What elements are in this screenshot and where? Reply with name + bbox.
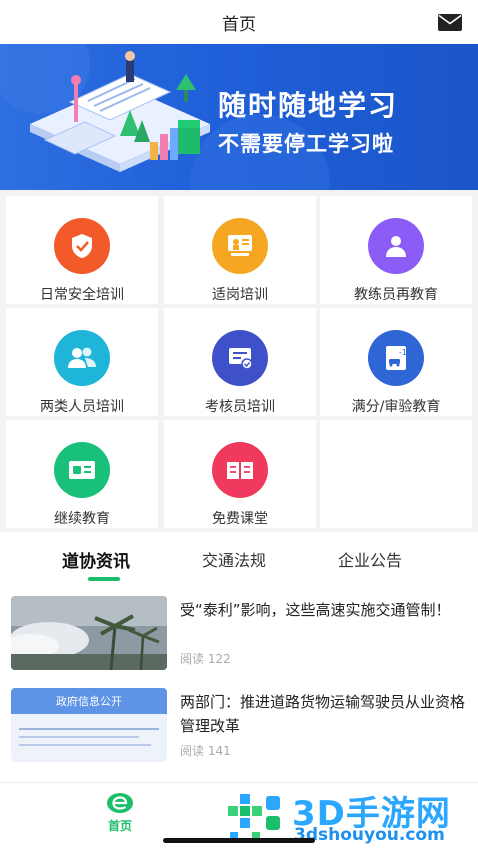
menu-item-examiner-training[interactable]: 考核员培训 (164, 308, 316, 416)
two-people-icon (54, 330, 110, 386)
svg-text:-1: -1 (399, 348, 407, 357)
menu-item-label: 两类人员培训 (40, 399, 124, 415)
feature-grid: 日常安全培训 适岗培训 教练员再教育 两类人员培训 考核员培训 -1 满分/审验… (0, 190, 478, 532)
gov-notice-screenshot: 政府信息公开 (11, 688, 167, 762)
id-card-icon (54, 442, 110, 498)
nav-home-label: 首页 (107, 819, 132, 833)
mail-icon[interactable] (438, 14, 462, 31)
car-score-icon: -1 (368, 330, 424, 386)
typhoon-photo (11, 596, 167, 670)
thumb-line (19, 728, 159, 730)
nav-home[interactable]: 首页 (96, 791, 144, 834)
news-headline: 两部门：推进道路货物运输驾驶员从业资格管理改革 (180, 693, 466, 735)
menu-item-free-classroom[interactable]: 免费课堂 (164, 420, 316, 528)
menu-item-continuing-education[interactable]: 继续教育 (6, 420, 158, 528)
home-indicator (163, 838, 315, 843)
page-title: 首页 (222, 14, 256, 35)
menu-item-label: 教练员再教育 (354, 287, 438, 303)
instructor-icon (368, 218, 424, 274)
banner-subtitle: 不需要停工学习啦 (218, 132, 394, 156)
read-count: 阅读 122 (180, 652, 231, 666)
menu-item-job-training[interactable]: 适岗培训 (164, 196, 316, 304)
tab-traffic-regulations[interactable]: 交通法规 (202, 547, 266, 571)
shield-icon (54, 218, 110, 274)
certificate-icon (212, 330, 268, 386)
news-item[interactable]: 受“泰利”影响，这些高速实施交通管制！ 阅读 122 (0, 596, 478, 684)
menu-item-full-score-audit[interactable]: -1 满分/审验教育 (320, 308, 472, 416)
news-item[interactable]: 政府信息公开 两部门：推进道路货物运输驾驶员从业资格管理改革 阅读 141 (0, 688, 478, 776)
thumb-header-text: 政府信息公开 (56, 695, 122, 708)
read-count: 阅读 141 (180, 744, 231, 758)
menu-item-label: 日常安全培训 (40, 287, 124, 303)
menu-item-two-category-personnel[interactable]: 两类人员培训 (6, 308, 158, 416)
menu-item-empty (320, 420, 472, 528)
tab-company-announcements[interactable]: 企业公告 (338, 547, 402, 571)
top-bar: 首页 (0, 0, 478, 44)
menu-item-daily-safety[interactable]: 日常安全培训 (6, 196, 158, 304)
open-book-icon (212, 442, 268, 498)
active-tab-indicator (88, 577, 120, 581)
tab-association-news[interactable]: 道协资讯 (62, 547, 130, 572)
menu-item-label: 考核员培训 (205, 399, 275, 415)
menu-item-instructor-reeducation[interactable]: 教练员再教育 (320, 196, 472, 304)
menu-item-label: 继续教育 (54, 511, 110, 527)
banner-title: 随时随地学习 (218, 89, 399, 122)
news-tabs: 道协资讯 交通法规 企业公告 (0, 535, 478, 587)
watermark-url: 3dshouyou.com (294, 825, 445, 845)
thumb-line (19, 744, 151, 746)
menu-item-label: 适岗培训 (212, 287, 268, 303)
menu-item-label: 满分/审验教育 (351, 399, 441, 415)
presentation-board-icon (212, 218, 268, 274)
news-headline: 受“泰利”影响，这些高速实施交通管制！ (180, 601, 451, 619)
menu-item-label: 免费课堂 (212, 511, 268, 527)
e-logo-icon (107, 793, 133, 813)
promo-banner[interactable]: 随时随地学习 不需要停工学习啦 (0, 44, 478, 190)
thumb-line (19, 736, 139, 738)
